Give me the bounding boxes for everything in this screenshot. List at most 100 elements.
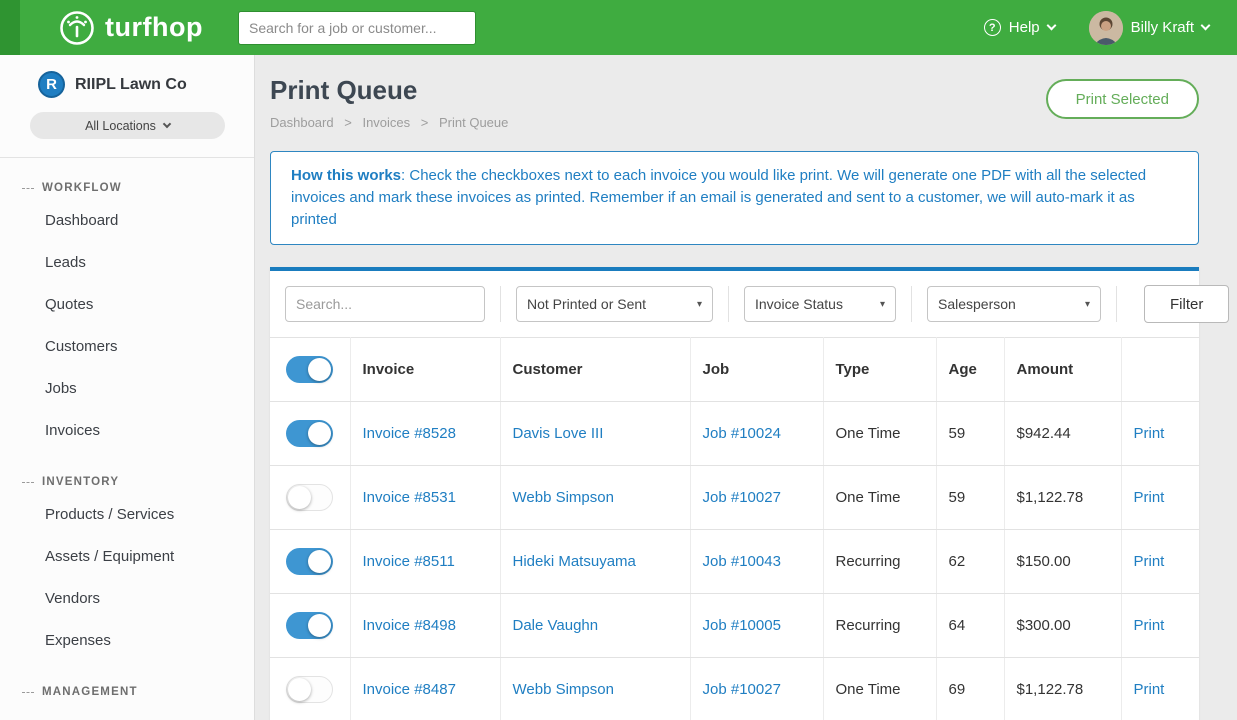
sidebar-item-leads[interactable]: Leads xyxy=(0,242,254,284)
printed-status-select[interactable]: Not Printed or Sent ▾ xyxy=(516,286,713,322)
brand[interactable]: turfhop xyxy=(58,9,236,47)
toggle-knob xyxy=(288,678,311,701)
table-row: Invoice #8498 Dale Vaughn Job #10005 Rec… xyxy=(270,594,1199,658)
invoice-link[interactable]: Invoice #8487 xyxy=(363,681,456,698)
nav-section-workflow: WORKFLOW xyxy=(22,182,254,194)
chevron-down-icon xyxy=(163,120,171,128)
global-search-input[interactable] xyxy=(238,11,476,45)
breadcrumb-dashboard[interactable]: Dashboard xyxy=(270,115,334,130)
page-title: Print Queue xyxy=(270,75,508,106)
sidebar-item-expenses[interactable]: Expenses xyxy=(0,620,254,662)
row-select-toggle[interactable] xyxy=(286,420,333,447)
print-queue-panel: Not Printed or Sent ▾ Invoice Status ▾ S… xyxy=(270,267,1199,720)
job-link[interactable]: Job #10027 xyxy=(703,489,781,506)
invoice-link[interactable]: Invoice #8511 xyxy=(363,553,455,570)
info-title: How this works xyxy=(291,167,401,184)
toggle-knob xyxy=(308,550,331,573)
sidebar-item-jobs[interactable]: Jobs xyxy=(0,368,254,410)
print-link[interactable]: Print xyxy=(1134,681,1165,698)
toggle-knob xyxy=(308,614,331,637)
print-link[interactable]: Print xyxy=(1134,425,1165,442)
section-dash-icon xyxy=(22,482,34,483)
amount-cell: $1,122.78 xyxy=(1004,658,1121,720)
customer-link[interactable]: Webb Simpson xyxy=(513,681,614,698)
sidebar-item-dashboard[interactable]: Dashboard xyxy=(0,200,254,242)
job-link[interactable]: Job #10043 xyxy=(703,553,781,570)
locations-selector[interactable]: All Locations xyxy=(30,112,225,139)
age-cell: 59 xyxy=(936,466,1004,530)
table-row: Invoice #8531 Webb Simpson Job #10027 On… xyxy=(270,466,1199,530)
type-cell: One Time xyxy=(823,466,936,530)
customer-link[interactable]: Webb Simpson xyxy=(513,489,614,506)
invoice-table: Invoice Customer Job Type Age Amount Inv… xyxy=(270,337,1199,720)
chevron-down-icon xyxy=(1201,21,1211,31)
company-name: RIIPL Lawn Co xyxy=(75,76,187,94)
customer-link[interactable]: Hideki Matsuyama xyxy=(513,553,636,570)
help-icon: ? xyxy=(984,19,1001,36)
topbar: turfhop ? Help Billy Kraft xyxy=(0,0,1237,55)
age-cell: 64 xyxy=(936,594,1004,658)
nav-section-management: MANAGEMENT xyxy=(22,686,254,698)
turfhop-logo-icon xyxy=(58,9,96,47)
invoice-link[interactable]: Invoice #8531 xyxy=(363,489,456,506)
print-selected-button[interactable]: Print Selected xyxy=(1046,79,1199,119)
print-link[interactable]: Print xyxy=(1134,553,1165,570)
breadcrumb-invoices[interactable]: Invoices xyxy=(362,115,410,130)
column-header-amount: Amount xyxy=(1004,338,1121,402)
filter-bar: Not Printed or Sent ▾ Invoice Status ▾ S… xyxy=(270,271,1199,337)
print-link[interactable]: Print xyxy=(1134,617,1165,634)
section-dash-icon xyxy=(22,692,34,693)
user-menu[interactable]: Billy Kraft xyxy=(1089,11,1209,45)
sidebar-item-invoices[interactable]: Invoices xyxy=(0,410,254,452)
sidebar-item-products-services[interactable]: Products / Services xyxy=(0,494,254,536)
row-select-toggle[interactable] xyxy=(286,676,333,703)
filter-search-input[interactable] xyxy=(285,286,485,322)
type-cell: Recurring xyxy=(823,594,936,658)
type-cell: One Time xyxy=(823,658,936,720)
invoice-link[interactable]: Invoice #8498 xyxy=(363,617,456,634)
sidebar-item-quotes[interactable]: Quotes xyxy=(0,284,254,326)
dropdown-arrow-icon: ▾ xyxy=(1085,299,1090,310)
age-cell: 62 xyxy=(936,530,1004,594)
customer-link[interactable]: Dale Vaughn xyxy=(513,617,599,634)
breadcrumb: Dashboard > Invoices > Print Queue xyxy=(270,115,508,130)
company-logo: R xyxy=(38,71,65,98)
help-menu[interactable]: ? Help xyxy=(984,19,1055,36)
row-select-toggle[interactable] xyxy=(286,612,333,639)
select-all-toggle[interactable] xyxy=(286,356,333,383)
sidebar-item-customers[interactable]: Customers xyxy=(0,326,254,368)
user-name: Billy Kraft xyxy=(1131,19,1194,36)
row-select-toggle[interactable] xyxy=(286,548,333,575)
customer-link[interactable]: Davis Love III xyxy=(513,425,604,442)
toggle-knob xyxy=(288,486,311,509)
salesperson-select[interactable]: Salesperson ▾ xyxy=(927,286,1101,322)
job-link[interactable]: Job #10005 xyxy=(703,617,781,634)
row-select-toggle[interactable] xyxy=(286,484,333,511)
amount-cell: $942.44 xyxy=(1004,402,1121,466)
print-link[interactable]: Print xyxy=(1134,489,1165,506)
column-header-customer: Customer xyxy=(500,338,690,402)
section-dash-icon xyxy=(22,188,34,189)
table-row: Invoice #8487 Webb Simpson Job #10027 On… xyxy=(270,658,1199,720)
dropdown-arrow-icon: ▾ xyxy=(697,299,702,310)
column-header-job: Job xyxy=(690,338,823,402)
invoice-link[interactable]: Invoice #8528 xyxy=(363,425,456,442)
table-header-row: Invoice Customer Job Type Age Amount xyxy=(270,338,1199,402)
nav-section-label: MANAGEMENT xyxy=(42,686,138,698)
filter-button[interactable]: Filter xyxy=(1144,285,1229,323)
help-label: Help xyxy=(1009,19,1040,36)
info-text: : Check the checkboxes next to each invo… xyxy=(291,167,1146,228)
sidebar-head: R RIIPL Lawn Co All Locations xyxy=(0,55,254,158)
invoice-status-select[interactable]: Invoice Status ▾ xyxy=(744,286,896,322)
sidebar-item-vendors[interactable]: Vendors xyxy=(0,578,254,620)
avatar xyxy=(1089,11,1123,45)
chevron-down-icon xyxy=(1046,21,1056,31)
amount-cell: $150.00 xyxy=(1004,530,1121,594)
table-row: Invoice #8528 Davis Love III Job #10024 … xyxy=(270,402,1199,466)
type-cell: One Time xyxy=(823,402,936,466)
breadcrumb-separator: > xyxy=(344,115,352,130)
job-link[interactable]: Job #10027 xyxy=(703,681,781,698)
job-link[interactable]: Job #10024 xyxy=(703,425,781,442)
sidebar-item-assets-equipment[interactable]: Assets / Equipment xyxy=(0,536,254,578)
column-header-invoice: Invoice xyxy=(350,338,500,402)
